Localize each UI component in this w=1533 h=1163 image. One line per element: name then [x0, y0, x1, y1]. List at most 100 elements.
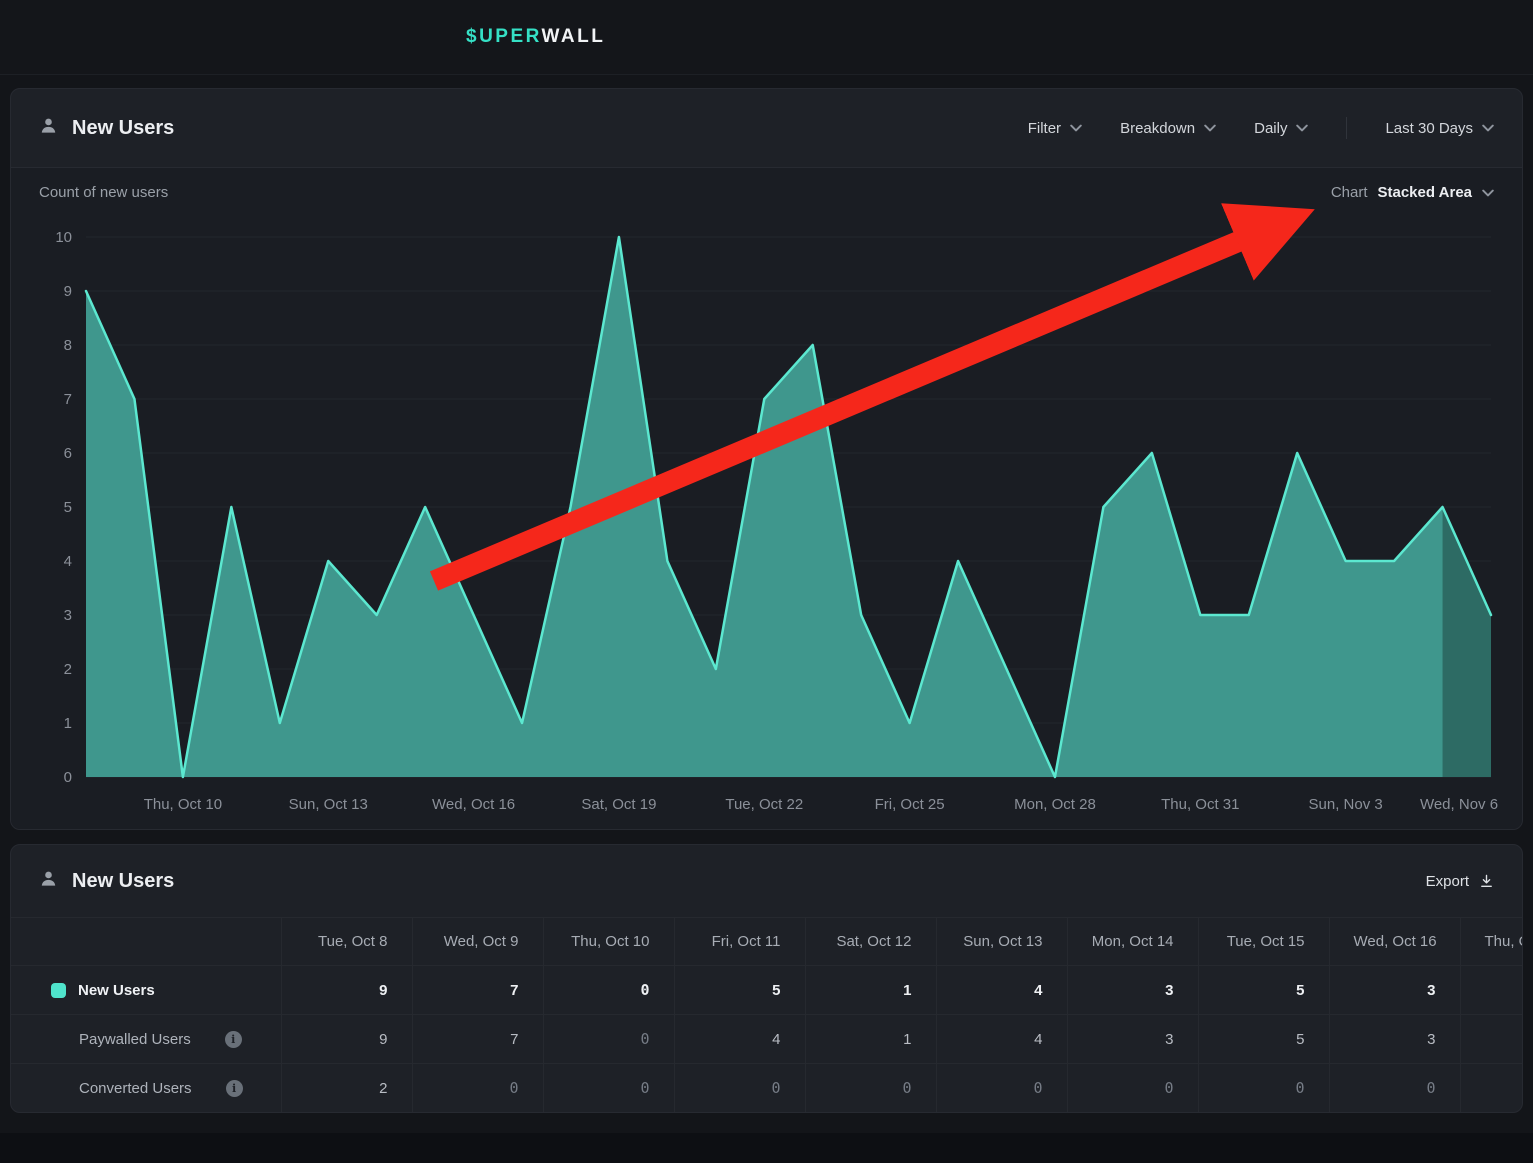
download-icon: [1479, 873, 1494, 889]
chevron-down-icon: [1296, 124, 1308, 132]
column-header: Wed, Oct 16: [1329, 918, 1460, 966]
table-cell: 5: [674, 966, 805, 1015]
svg-text:10: 10: [55, 229, 72, 246]
new-users-table: Tue, Oct 8Wed, Oct 9Thu, Oct 10Fri, Oct …: [11, 917, 1522, 1112]
table-cell: 7: [412, 1015, 543, 1064]
table-row: Converted Usersi200000000: [11, 1064, 1522, 1113]
chevron-down-icon: [1070, 124, 1082, 132]
table-cell: 1: [805, 1015, 936, 1064]
daily-dropdown[interactable]: Daily: [1254, 120, 1308, 137]
svg-text:Sun, Nov 3: Sun, Nov 3: [1309, 796, 1383, 813]
svg-text:4: 4: [64, 553, 72, 570]
table-corner-cell: [11, 918, 281, 966]
table-cell: 0: [412, 1064, 543, 1113]
svg-text:9: 9: [64, 283, 72, 300]
logo-text-teal: $UPER: [466, 26, 542, 47]
dropdown-label: Last 30 Days: [1385, 120, 1473, 137]
top-navigation-bar: $UPERWALL: [0, 0, 1533, 75]
chart-type-dropdown[interactable]: Chart Stacked Area: [1331, 184, 1494, 201]
chevron-down-icon: [1482, 124, 1494, 132]
svg-text:8: 8: [64, 337, 72, 354]
table-cell: 3: [1329, 1015, 1460, 1064]
table-cell: 3: [1067, 1015, 1198, 1064]
svg-text:Wed, Nov 6: Wed, Nov 6: [1420, 796, 1498, 813]
table-cell: 4: [936, 1015, 1067, 1064]
svg-text:3: 3: [64, 607, 72, 624]
row-label: New Users: [78, 982, 155, 999]
superwall-logo[interactable]: $UPERWALL: [466, 26, 605, 48]
info-icon[interactable]: i: [225, 1031, 242, 1048]
table-row: Paywalled Usersi970414353: [11, 1015, 1522, 1064]
svg-text:5: 5: [64, 499, 72, 516]
table-cell: 7: [412, 966, 543, 1015]
table-card-header: New Users Export: [11, 845, 1522, 917]
chart-subtitle: Count of new users: [39, 184, 168, 201]
svg-text:Mon, Oct 28: Mon, Oct 28: [1014, 796, 1096, 813]
svg-text:7: 7: [64, 391, 72, 408]
user-icon: [39, 869, 58, 893]
table-cell: [1460, 1064, 1522, 1113]
chevron-down-icon: [1482, 189, 1494, 197]
table-cell: 0: [936, 1064, 1067, 1113]
chart-type-value: Stacked Area: [1378, 184, 1473, 201]
table-card-title: New Users: [72, 870, 174, 893]
table-cell: 0: [543, 966, 674, 1015]
svg-text:Tue, Oct 22: Tue, Oct 22: [725, 796, 803, 813]
table-cell: 5: [1198, 966, 1329, 1015]
table-cell: [1460, 966, 1522, 1015]
column-header: Mon, Oct 14: [1067, 918, 1198, 966]
table-cell: 1: [805, 966, 936, 1015]
stacked-area-chart: 012345678910Thu, Oct 10Sun, Oct 13Wed, O…: [11, 207, 1522, 829]
dropdown-label: Filter: [1028, 120, 1061, 137]
svg-text:2: 2: [64, 661, 72, 678]
svg-text:1: 1: [64, 715, 72, 732]
column-header: Wed, Oct 9: [412, 918, 543, 966]
chart-controls: Filter Breakdown Daily Last 30 Days: [1028, 117, 1494, 139]
column-header: Fri, Oct 11: [674, 918, 805, 966]
svg-text:6: 6: [64, 445, 72, 462]
row-label: Converted Users: [79, 1080, 192, 1097]
new-users-chart-card: New Users Filter Breakdown Daily Last 30 Da…: [10, 88, 1523, 830]
chart-type-label: Chart: [1331, 184, 1368, 201]
column-header: Tue, Oct 15: [1198, 918, 1329, 966]
bottom-strip: [0, 1133, 1533, 1163]
table-header-row: Tue, Oct 8Wed, Oct 9Thu, Oct 10Fri, Oct …: [11, 918, 1522, 966]
svg-text:0: 0: [64, 769, 72, 786]
column-header: Tue, Oct 8: [281, 918, 412, 966]
column-header: Sun, Oct 13: [936, 918, 1067, 966]
controls-divider: [1346, 117, 1347, 139]
table-cell: 0: [1329, 1064, 1460, 1113]
table-cell: 3: [1329, 966, 1460, 1015]
export-button[interactable]: Export: [1426, 873, 1494, 890]
table-cell: 0: [805, 1064, 936, 1113]
column-header: Thu, O: [1460, 918, 1522, 966]
series-swatch: [51, 983, 66, 998]
table-cell: 0: [543, 1015, 674, 1064]
table-cell: 9: [281, 966, 412, 1015]
table-cell: 2: [281, 1064, 412, 1113]
chart-section: Count of new users Chart Stacked Area 0 1…: [11, 167, 1522, 829]
user-icon: [39, 116, 58, 140]
table-cell: 0: [1198, 1064, 1329, 1113]
info-icon[interactable]: i: [226, 1080, 243, 1097]
table-cell: 0: [674, 1064, 805, 1113]
table-row: New Users970514353: [11, 966, 1522, 1015]
table-cell: 3: [1067, 966, 1198, 1015]
table-cell: 4: [936, 966, 1067, 1015]
chevron-down-icon: [1204, 124, 1216, 132]
table-cell: 9: [281, 1015, 412, 1064]
table-cell: 0: [1067, 1064, 1198, 1113]
new-users-table-card: New Users Export Tue, Oct 8Wed, Oct 9 Thu…: [10, 844, 1523, 1113]
svg-text:Thu, Oct 10: Thu, Oct 10: [144, 796, 222, 813]
row-label: Paywalled Users: [79, 1031, 191, 1048]
table-cell: 4: [674, 1015, 805, 1064]
last-30-days-dropdown[interactable]: Last 30 Days: [1385, 120, 1494, 137]
svg-text:Fri, Oct 25: Fri, Oct 25: [875, 796, 945, 813]
svg-text:Sat, Oct 19: Sat, Oct 19: [581, 796, 656, 813]
logo-text-white: WALL: [542, 26, 606, 47]
filter-dropdown[interactable]: Filter: [1028, 120, 1082, 137]
svg-text:Thu, Oct 31: Thu, Oct 31: [1161, 796, 1239, 813]
table-cell: [1460, 1015, 1522, 1064]
breakdown-dropdown[interactable]: Breakdown: [1120, 120, 1216, 137]
chart-card-title: New Users: [72, 117, 174, 140]
